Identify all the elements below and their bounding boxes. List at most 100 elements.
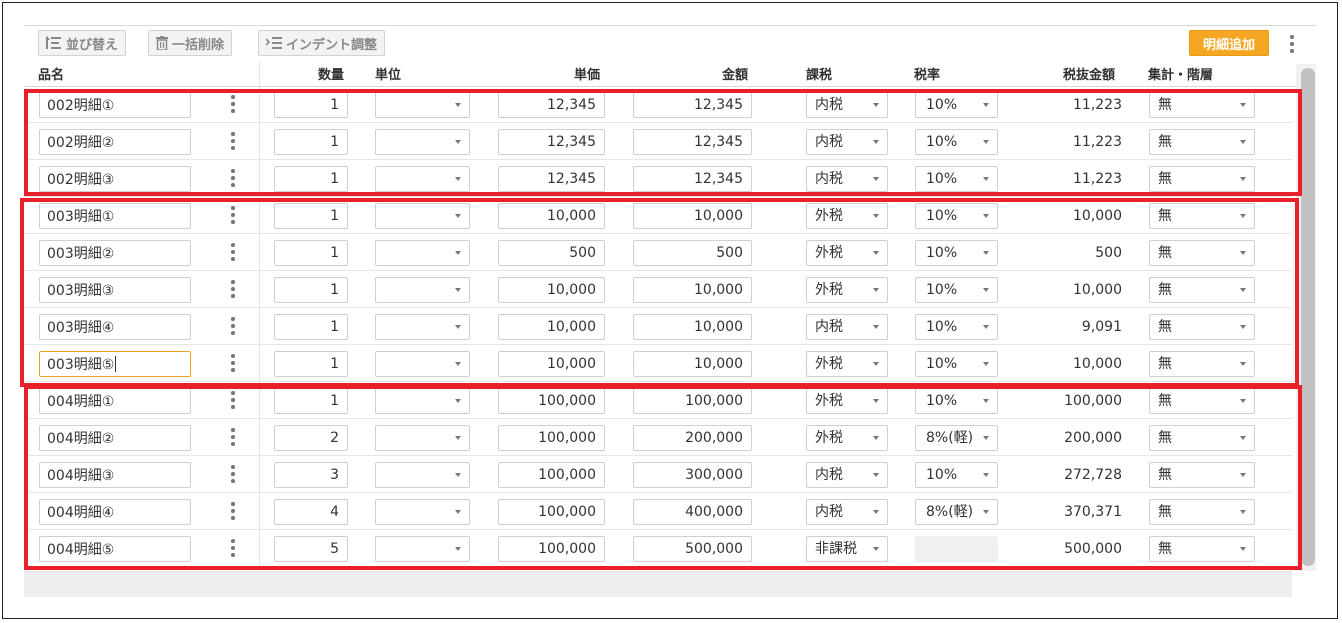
tax-rate-select[interactable] [915,536,998,562]
aggregate-select[interactable]: 無 [1149,536,1255,562]
tax-type-select[interactable]: 内税 [806,499,888,525]
amount-input[interactable]: 500,000 [633,536,752,562]
price-input[interactable]: 12,345 [498,166,605,192]
item-name-input[interactable]: 003明細③ [39,277,191,303]
tax-rate-select[interactable]: 10% [915,129,998,155]
scrollbar-thumb[interactable] [1301,68,1315,566]
unit-select[interactable] [375,129,470,155]
item-name-input[interactable]: 003明細⑤ [39,351,191,377]
row-menu-icon[interactable] [229,316,237,338]
qty-input[interactable]: 5 [274,536,348,562]
aggregate-select[interactable]: 無 [1149,92,1255,118]
qty-input[interactable]: 1 [274,314,348,340]
item-name-input[interactable]: 003明細④ [39,314,191,340]
amount-input[interactable]: 10,000 [633,351,752,377]
unit-select[interactable] [375,240,470,266]
qty-input[interactable]: 1 [274,277,348,303]
item-name-input[interactable]: 004明細③ [39,462,191,488]
price-input[interactable]: 10,000 [498,277,605,303]
unit-select[interactable] [375,536,470,562]
aggregate-select[interactable]: 無 [1149,499,1255,525]
row-menu-icon[interactable] [229,168,237,190]
row-menu-icon[interactable] [229,464,237,486]
tax-type-select[interactable]: 内税 [806,462,888,488]
unit-select[interactable] [375,388,470,414]
row-menu-icon[interactable] [229,242,237,264]
amount-input[interactable]: 400,000 [633,499,752,525]
tax-type-select[interactable]: 非課税 [806,536,888,562]
qty-input[interactable]: 1 [274,92,348,118]
unit-select[interactable] [375,351,470,377]
qty-input[interactable]: 1 [274,240,348,266]
amount-input[interactable]: 300,000 [633,462,752,488]
row-menu-icon[interactable] [229,205,237,227]
aggregate-select[interactable]: 無 [1149,388,1255,414]
price-input[interactable]: 500 [498,240,605,266]
aggregate-select[interactable]: 無 [1149,314,1255,340]
row-menu-icon[interactable] [229,353,237,375]
unit-select[interactable] [375,277,470,303]
qty-input[interactable]: 2 [274,425,348,451]
tax-type-select[interactable]: 外税 [806,351,888,377]
tax-type-select[interactable]: 外税 [806,277,888,303]
item-name-input[interactable]: 003明細② [39,240,191,266]
qty-input[interactable]: 1 [274,129,348,155]
tax-rate-select[interactable]: 10% [915,240,998,266]
price-input[interactable]: 100,000 [498,462,605,488]
tax-rate-select[interactable]: 10% [915,166,998,192]
item-name-input[interactable]: 004明細⑤ [39,536,191,562]
tax-type-select[interactable]: 内税 [806,314,888,340]
tax-rate-select[interactable]: 8%(軽) [915,499,998,525]
qty-input[interactable]: 1 [274,351,348,377]
tax-rate-select[interactable]: 10% [915,388,998,414]
tax-type-select[interactable]: 外税 [806,240,888,266]
tax-rate-select[interactable]: 10% [915,314,998,340]
tax-type-select[interactable]: 内税 [806,92,888,118]
amount-input[interactable]: 10,000 [633,277,752,303]
item-name-input[interactable]: 003明細① [39,203,191,229]
price-input[interactable]: 10,000 [498,203,605,229]
amount-input[interactable]: 100,000 [633,388,752,414]
tax-rate-select[interactable]: 10% [915,351,998,377]
unit-select[interactable] [375,203,470,229]
item-name-input[interactable]: 004明細④ [39,499,191,525]
tax-type-select[interactable]: 外税 [806,388,888,414]
price-input[interactable]: 100,000 [498,536,605,562]
amount-input[interactable]: 12,345 [633,166,752,192]
unit-select[interactable] [375,92,470,118]
tax-rate-select[interactable]: 10% [915,277,998,303]
bulk-delete-button[interactable]: 一括削除 [148,30,233,56]
row-menu-icon[interactable] [229,427,237,449]
aggregate-select[interactable]: 無 [1149,462,1255,488]
add-detail-button[interactable]: 明細追加 [1189,30,1269,56]
unit-select[interactable] [375,425,470,451]
qty-input[interactable]: 4 [274,499,348,525]
row-menu-icon[interactable] [229,390,237,412]
tax-rate-select[interactable]: 10% [915,92,998,118]
unit-select[interactable] [375,166,470,192]
price-input[interactable]: 12,345 [498,129,605,155]
aggregate-select[interactable]: 無 [1149,166,1255,192]
aggregate-select[interactable]: 無 [1149,203,1255,229]
tax-type-select[interactable]: 外税 [806,425,888,451]
unit-select[interactable] [375,462,470,488]
price-input[interactable]: 10,000 [498,314,605,340]
price-input[interactable]: 100,000 [498,499,605,525]
qty-input[interactable]: 1 [274,388,348,414]
aggregate-select[interactable]: 無 [1149,240,1255,266]
row-menu-icon[interactable] [229,279,237,301]
tax-rate-select[interactable]: 10% [915,462,998,488]
row-menu-icon[interactable] [229,94,237,116]
qty-input[interactable]: 1 [274,166,348,192]
price-input[interactable]: 100,000 [498,388,605,414]
item-name-input[interactable]: 004明細① [39,388,191,414]
qty-input[interactable]: 1 [274,203,348,229]
price-input[interactable]: 10,000 [498,351,605,377]
item-name-input[interactable]: 002明細③ [39,166,191,192]
amount-input[interactable]: 200,000 [633,425,752,451]
item-name-input[interactable]: 002明細② [39,129,191,155]
tax-type-select[interactable]: 内税 [806,129,888,155]
aggregate-select[interactable]: 無 [1149,351,1255,377]
amount-input[interactable]: 10,000 [633,203,752,229]
aggregate-select[interactable]: 無 [1149,277,1255,303]
